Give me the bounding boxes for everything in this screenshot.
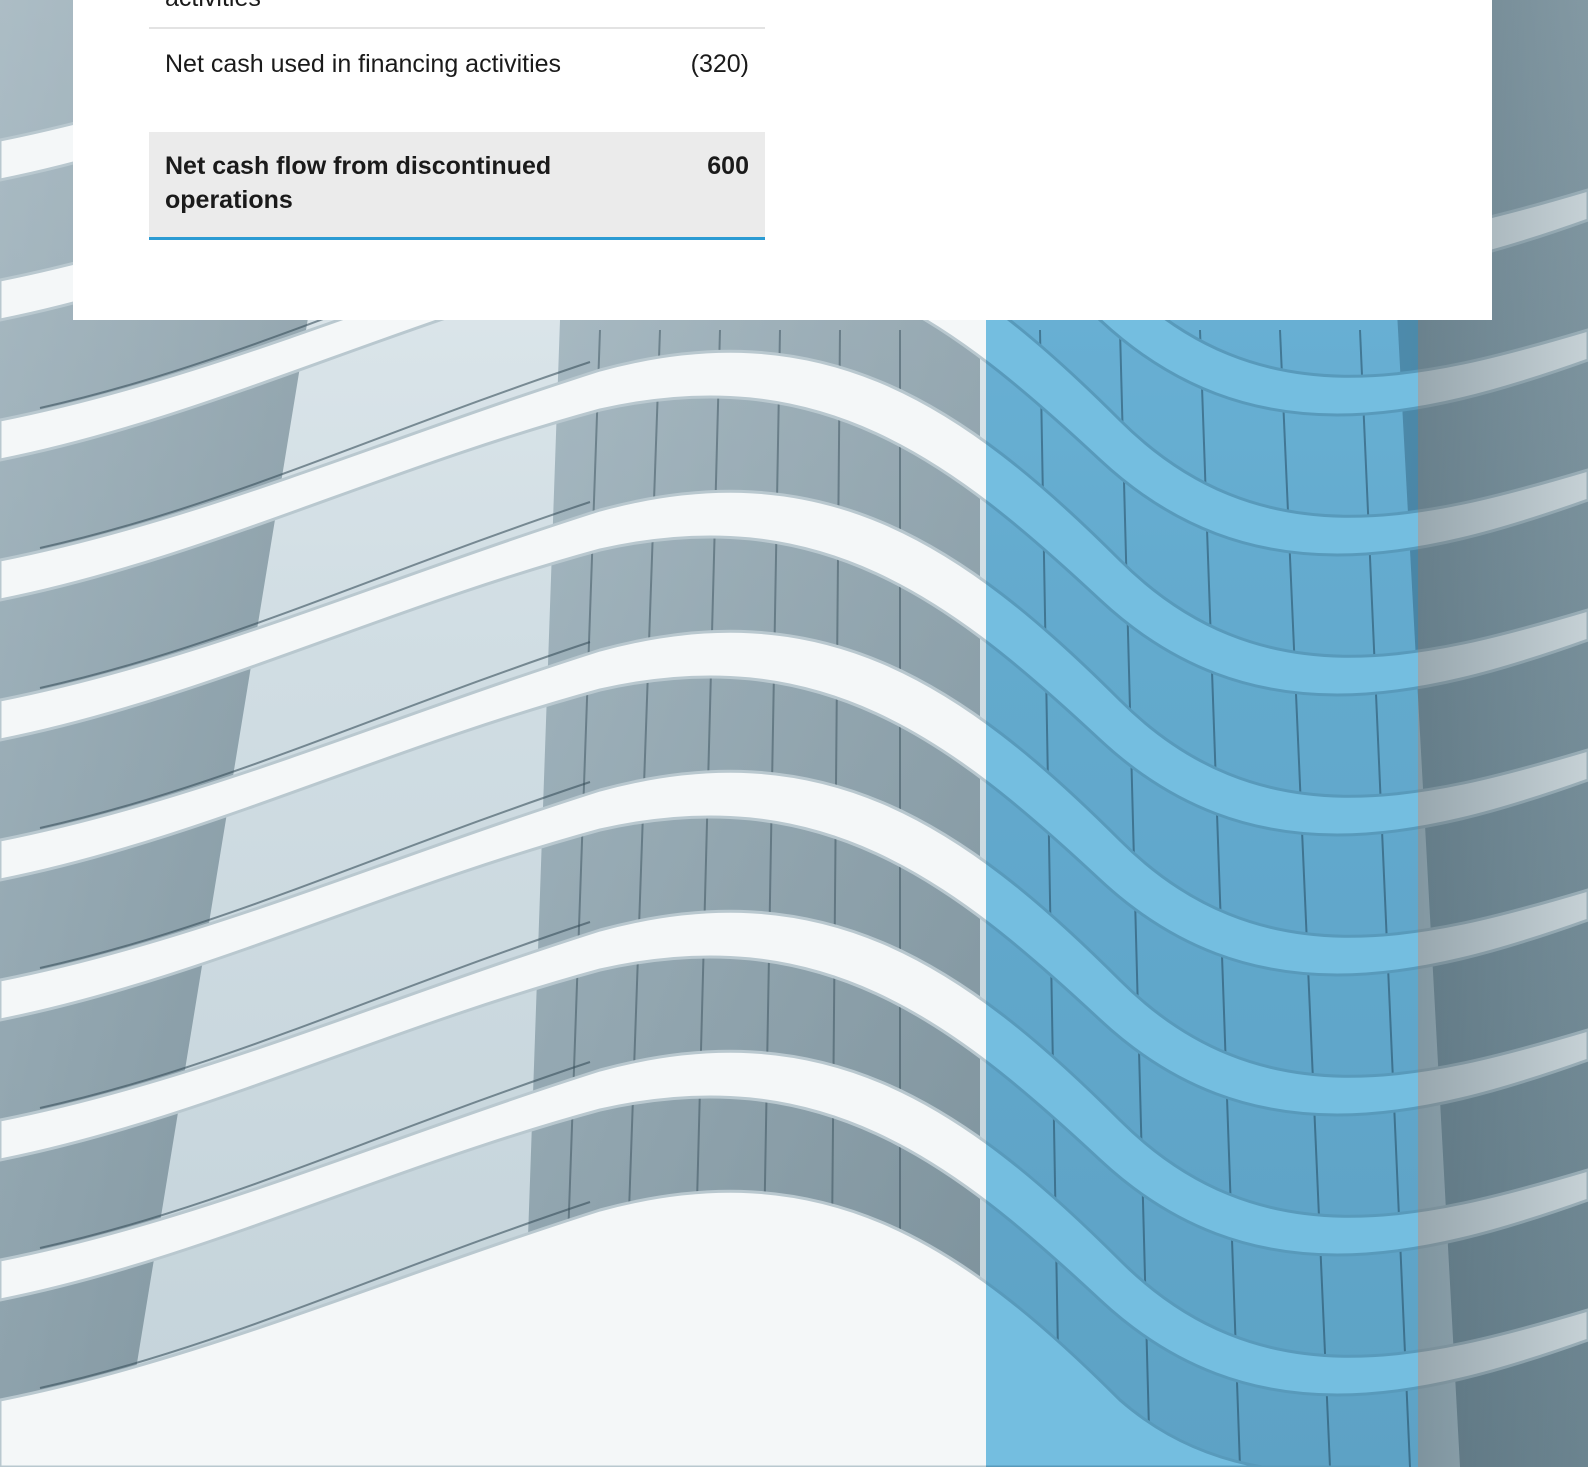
cash-flow-table: activities Net cash used in financing ac…	[149, 0, 765, 240]
row-label: activities	[165, 0, 585, 15]
row-value: 600	[707, 152, 749, 180]
row-label: Net cash flow from discontinued operatio…	[165, 152, 552, 214]
content-card: activities Net cash used in financing ac…	[73, 0, 1492, 320]
table-row: activities	[149, 0, 765, 29]
row-value: (320)	[690, 50, 749, 78]
table-row: Net cash used in financing activities (3…	[149, 29, 765, 132]
row-label: Net cash used in financing activities	[165, 50, 562, 78]
table-total-row: Net cash flow from discontinued operatio…	[149, 132, 765, 240]
